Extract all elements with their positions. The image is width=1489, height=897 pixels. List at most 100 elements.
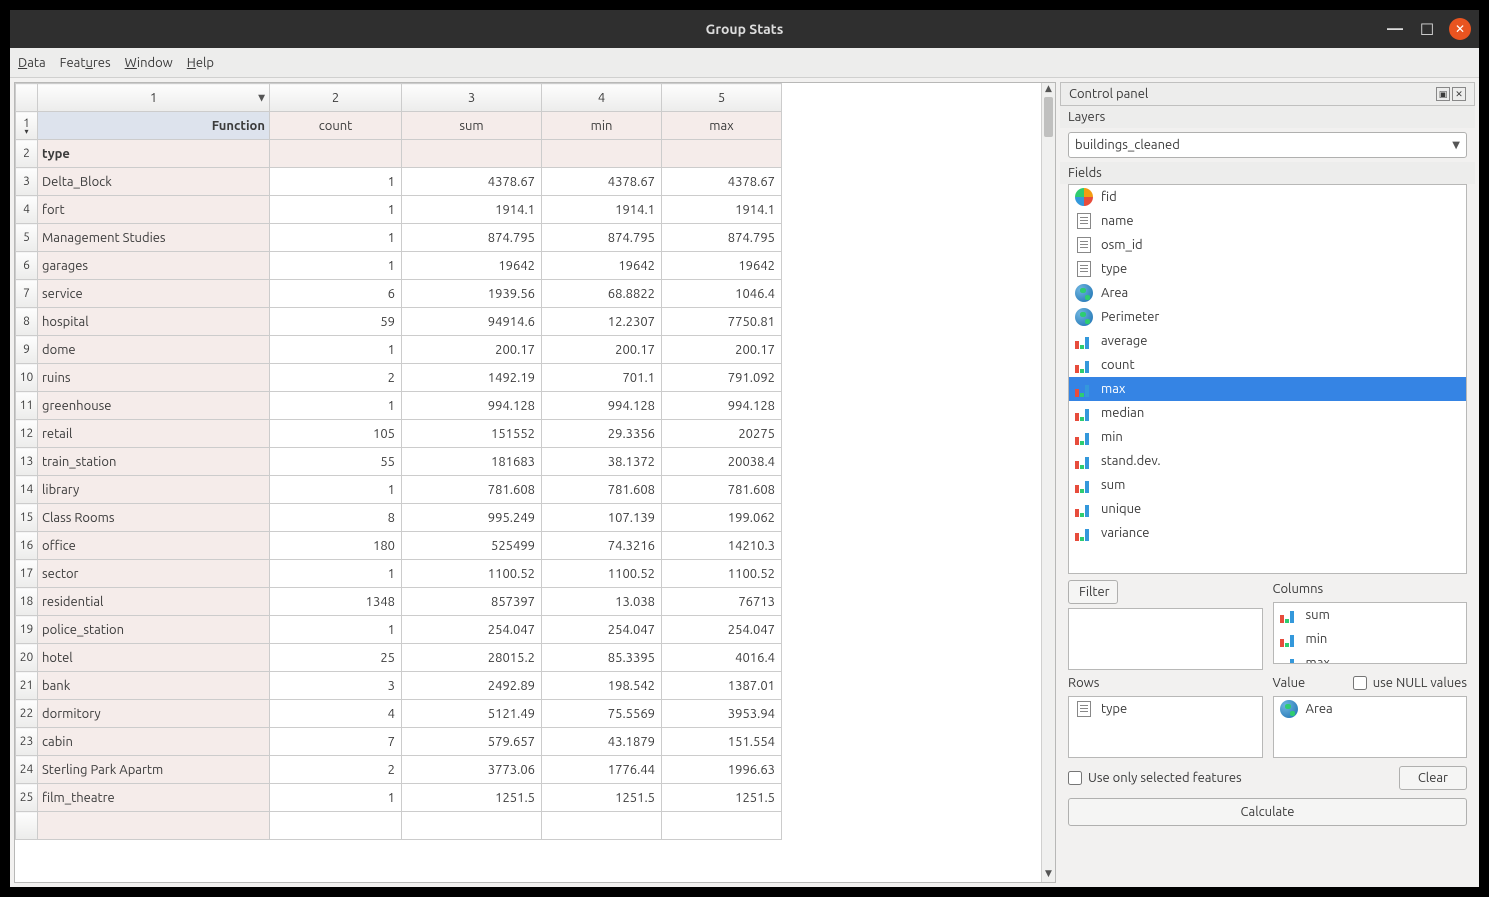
row-header[interactable]: 14: [16, 476, 38, 504]
type-cell[interactable]: garages: [38, 252, 270, 280]
count-cell[interactable]: 1: [270, 336, 402, 364]
min-cell[interactable]: 874.795: [542, 224, 662, 252]
min-cell[interactable]: 1100.52: [542, 560, 662, 588]
func-count[interactable]: count: [270, 112, 402, 140]
col-header-1[interactable]: 1▼: [38, 84, 270, 112]
count-cell[interactable]: 3: [270, 672, 402, 700]
type-cell[interactable]: office: [38, 532, 270, 560]
type-cell[interactable]: Delta_Block: [38, 168, 270, 196]
max-cell[interactable]: 1251.5: [662, 784, 782, 812]
min-cell[interactable]: 12.2307: [542, 308, 662, 336]
row-header-empty[interactable]: [16, 812, 38, 840]
field-item-unique[interactable]: unique: [1069, 497, 1466, 521]
max-cell[interactable]: 20038.4: [662, 448, 782, 476]
sum-cell[interactable]: 94914.6: [402, 308, 542, 336]
type-cell[interactable]: sector: [38, 560, 270, 588]
min-cell[interactable]: 198.542: [542, 672, 662, 700]
layers-dropdown[interactable]: buildings_cleaned ▼: [1068, 132, 1467, 158]
count-cell[interactable]: 1: [270, 560, 402, 588]
row-header-1[interactable]: 1▾: [16, 112, 38, 140]
count-cell[interactable]: 1: [270, 168, 402, 196]
row-header[interactable]: 5: [16, 224, 38, 252]
type-cell[interactable]: dome: [38, 336, 270, 364]
field-item-stand.dev.[interactable]: stand.dev.: [1069, 449, 1466, 473]
count-cell[interactable]: 1: [270, 252, 402, 280]
max-cell[interactable]: 874.795: [662, 224, 782, 252]
row-header[interactable]: 3: [16, 168, 38, 196]
sum-cell[interactable]: 2492.89: [402, 672, 542, 700]
row-header[interactable]: 24: [16, 756, 38, 784]
count-cell[interactable]: 1: [270, 392, 402, 420]
row-header[interactable]: 19: [16, 616, 38, 644]
max-cell[interactable]: 1996.63: [662, 756, 782, 784]
type-cell[interactable]: ruins: [38, 364, 270, 392]
field-item-fid[interactable]: fid: [1069, 185, 1466, 209]
minimize-button[interactable]: —: [1385, 19, 1405, 39]
min-cell[interactable]: 994.128: [542, 392, 662, 420]
row-header[interactable]: 18: [16, 588, 38, 616]
min-cell[interactable]: 19642: [542, 252, 662, 280]
field-item-variance[interactable]: variance: [1069, 521, 1466, 545]
scroll-thumb[interactable]: [1044, 97, 1053, 137]
sum-cell[interactable]: 3773.06: [402, 756, 542, 784]
fields-list[interactable]: fidnameosm_idtypeAreaPerimeteraveragecou…: [1068, 184, 1467, 574]
row-header[interactable]: 10: [16, 364, 38, 392]
max-cell[interactable]: 1046.4: [662, 280, 782, 308]
count-cell[interactable]: 4: [270, 700, 402, 728]
row-header[interactable]: 11: [16, 392, 38, 420]
close-panel-icon[interactable]: ✕: [1452, 87, 1466, 101]
min-cell[interactable]: 701.1: [542, 364, 662, 392]
min-cell[interactable]: 1776.44: [542, 756, 662, 784]
max-cell[interactable]: 791.092: [662, 364, 782, 392]
row-header[interactable]: 6: [16, 252, 38, 280]
field-item-name[interactable]: name: [1069, 209, 1466, 233]
box-item-type[interactable]: type: [1069, 697, 1262, 721]
max-cell[interactable]: 151.554: [662, 728, 782, 756]
col-header-4[interactable]: 4: [542, 84, 662, 112]
count-cell[interactable]: 55: [270, 448, 402, 476]
col-header-3[interactable]: 3: [402, 84, 542, 112]
filter-box[interactable]: [1068, 608, 1263, 670]
sum-cell[interactable]: 995.249: [402, 504, 542, 532]
scroll-down-icon[interactable]: ▼: [1042, 868, 1055, 882]
max-cell[interactable]: 1100.52: [662, 560, 782, 588]
value-box[interactable]: Area: [1273, 696, 1468, 758]
box-item-min[interactable]: min: [1274, 627, 1467, 651]
field-item-count[interactable]: count: [1069, 353, 1466, 377]
max-cell[interactable]: 4378.67: [662, 168, 782, 196]
min-cell[interactable]: 75.5569: [542, 700, 662, 728]
sum-cell[interactable]: 200.17: [402, 336, 542, 364]
field-item-max[interactable]: max: [1069, 377, 1466, 401]
min-cell[interactable]: 4378.67: [542, 168, 662, 196]
sum-cell[interactable]: 151552: [402, 420, 542, 448]
dock-icon[interactable]: ▣: [1436, 87, 1450, 101]
min-cell[interactable]: 107.139: [542, 504, 662, 532]
count-cell[interactable]: 8: [270, 504, 402, 532]
count-cell[interactable]: 1: [270, 784, 402, 812]
type-cell[interactable]: train_station: [38, 448, 270, 476]
sum-cell[interactable]: 28015.2: [402, 644, 542, 672]
min-cell[interactable]: 29.3356: [542, 420, 662, 448]
min-cell[interactable]: 254.047: [542, 616, 662, 644]
min-cell[interactable]: 1914.1: [542, 196, 662, 224]
sum-cell[interactable]: 579.657: [402, 728, 542, 756]
max-cell[interactable]: 20275: [662, 420, 782, 448]
field-item-median[interactable]: median: [1069, 401, 1466, 425]
row-header[interactable]: 16: [16, 532, 38, 560]
type-cell[interactable]: Sterling Park Apartm: [38, 756, 270, 784]
count-cell[interactable]: 1: [270, 616, 402, 644]
function-label-cell[interactable]: Function: [38, 112, 270, 140]
min-cell[interactable]: 200.17: [542, 336, 662, 364]
count-cell[interactable]: 1: [270, 224, 402, 252]
field-item-Perimeter[interactable]: Perimeter: [1069, 305, 1466, 329]
field-item-min[interactable]: min: [1069, 425, 1466, 449]
row-header[interactable]: 12: [16, 420, 38, 448]
row-header[interactable]: 22: [16, 700, 38, 728]
type-cell[interactable]: Class Rooms: [38, 504, 270, 532]
sum-cell[interactable]: 857397: [402, 588, 542, 616]
sum-cell[interactable]: 181683: [402, 448, 542, 476]
type-cell[interactable]: fort: [38, 196, 270, 224]
box-item-sum[interactable]: sum: [1274, 603, 1467, 627]
menu-window[interactable]: Window: [125, 56, 173, 70]
field-item-Area[interactable]: Area: [1069, 281, 1466, 305]
